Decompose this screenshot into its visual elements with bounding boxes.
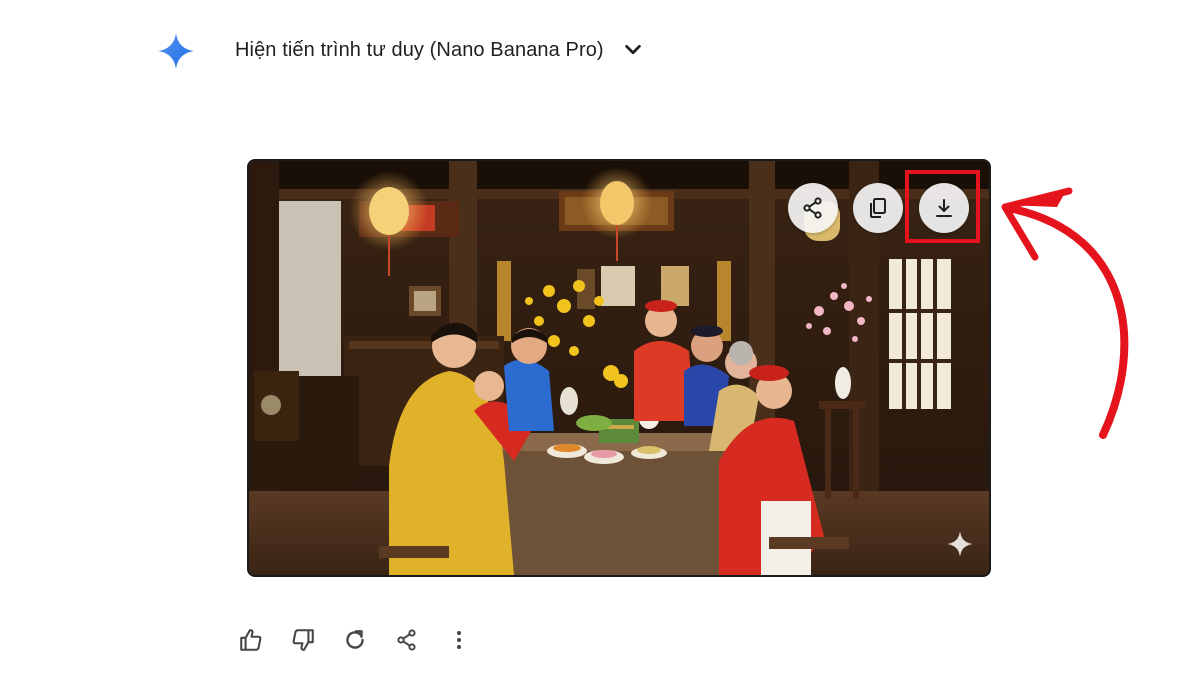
thumbs-down-icon xyxy=(292,629,314,651)
more-options-button[interactable] xyxy=(440,622,478,658)
share-image-button[interactable] xyxy=(788,183,838,233)
refresh-icon xyxy=(346,630,364,649)
sparkle-icon xyxy=(947,531,973,557)
annotation-arrow xyxy=(1001,187,1129,439)
chevron-down-icon xyxy=(622,39,644,61)
download-image-button[interactable] xyxy=(919,183,969,233)
more-vert-icon xyxy=(457,631,461,649)
thumbs-up-icon xyxy=(240,629,262,651)
response-actions-bar xyxy=(232,622,478,658)
thinking-process-toggle[interactable]: Hiện tiến trình tư duy (Nano Banana Pro) xyxy=(235,33,644,67)
share-response-button[interactable] xyxy=(388,622,426,658)
bad-response-button[interactable] xyxy=(284,622,322,658)
share-icon xyxy=(803,197,822,219)
copy-image-button[interactable] xyxy=(853,183,903,233)
gemini-sparkle-icon xyxy=(157,32,195,70)
thinking-process-label: Hiện tiến trình tư duy (Nano Banana Pro) xyxy=(235,38,604,61)
download-icon xyxy=(936,199,952,217)
good-response-button[interactable] xyxy=(232,622,270,658)
share-icon xyxy=(397,629,416,651)
regenerate-button[interactable] xyxy=(336,622,374,658)
copy-icon xyxy=(870,198,886,218)
generated-image[interactable] xyxy=(247,159,991,577)
